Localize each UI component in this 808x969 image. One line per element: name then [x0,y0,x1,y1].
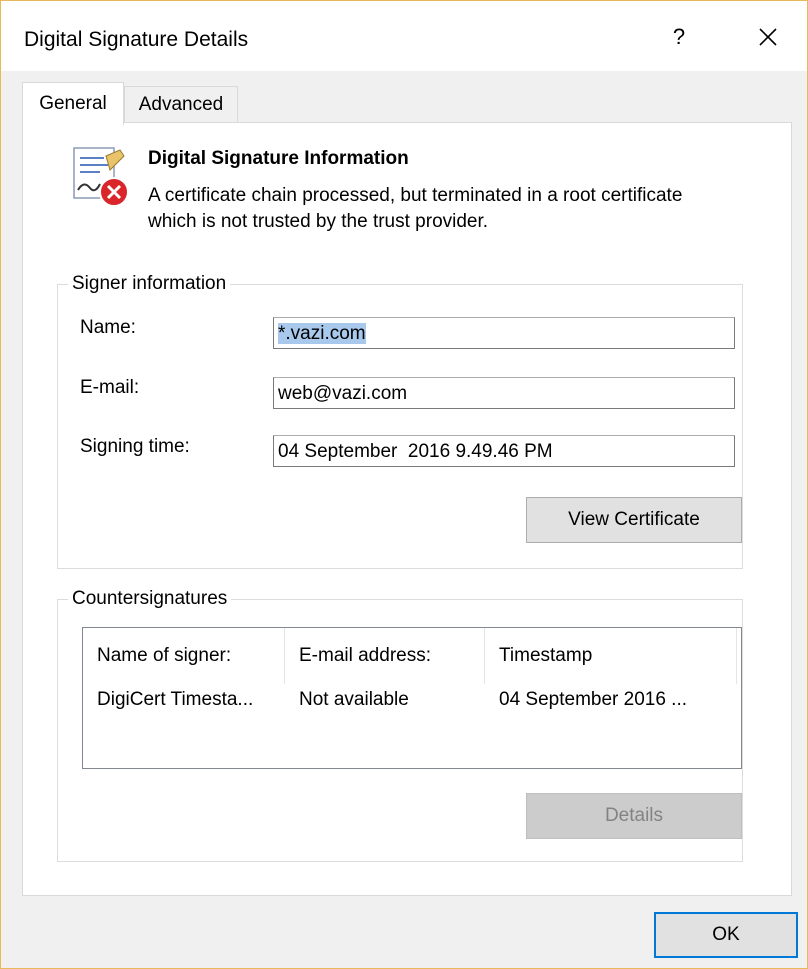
cell-signer-name: DigiCert Timesta... [97,689,254,710]
email-value: web@vazi.com [278,383,408,404]
signing-time-label: Signing time: [80,436,190,457]
name-label: Name: [80,317,136,338]
title-bar: Digital Signature Details ? [1,1,807,71]
column-header-name-of-signer[interactable]: Name of signer: [83,628,285,684]
name-value: *.vazi.com [278,323,366,344]
list-item[interactable]: DigiCert Timesta... Not available 04 Sep… [83,684,741,716]
info-heading: Digital Signature Information [148,148,409,169]
tab-advanced[interactable]: Advanced [124,86,238,123]
info-text: A certificate chain processed, but termi… [148,185,683,232]
column-header-timestamp[interactable]: Timestamp [485,628,737,684]
signing-time-value: 04 September 2016 9.49.46 PM [278,441,553,462]
tab-general[interactable]: General [22,82,124,125]
email-label: E-mail: [80,377,140,398]
help-button[interactable]: ? [657,15,701,59]
cell-email-address: Not available [299,689,409,710]
cell-timestamp: 04 September 2016 ... [499,689,688,710]
email-field[interactable]: web@vazi.com [273,377,735,409]
name-field[interactable]: *.vazi.com [273,317,735,349]
list-header: Name of signer: E-mail address: Timestam… [83,628,741,684]
view-certificate-button[interactable]: View Certificate [526,497,742,543]
ok-button[interactable]: OK [654,912,798,958]
close-icon [759,28,777,46]
countersignatures-legend: Countersignatures [72,588,228,609]
certificate-error-icon [73,147,129,207]
close-button[interactable] [745,15,791,59]
dialog-title: Digital Signature Details [24,28,249,51]
signing-time-field[interactable]: 04 September 2016 9.49.46 PM [273,435,735,467]
column-header-email-address[interactable]: E-mail address: [285,628,485,684]
signer-information-legend: Signer information [72,273,227,294]
countersignatures-list[interactable]: Name of signer: E-mail address: Timestam… [82,627,742,769]
details-button[interactable]: Details [526,793,742,839]
